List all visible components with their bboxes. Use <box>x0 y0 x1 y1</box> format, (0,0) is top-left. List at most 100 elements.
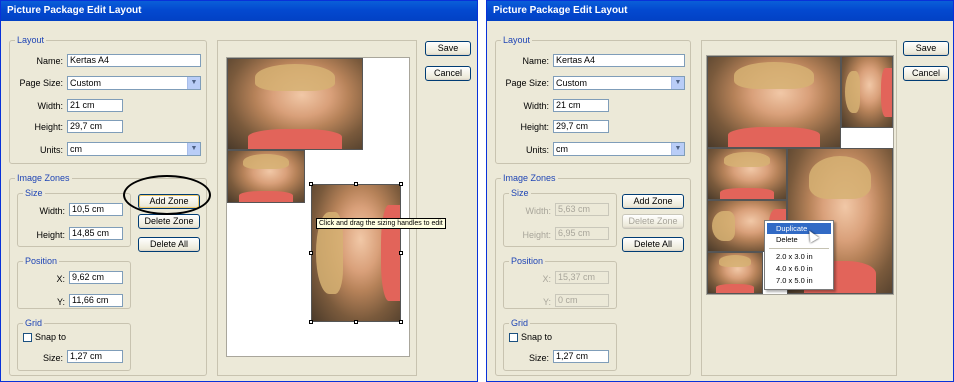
delete-zone-button[interactable]: Delete Zone <box>138 214 200 229</box>
snap-label: Snap to <box>35 332 67 342</box>
image-zone-selected[interactable] <box>311 184 401 322</box>
width-label: Width: <box>37 101 63 111</box>
units-select[interactable]: cm ▼ <box>67 142 201 156</box>
name-label: Name: <box>522 56 549 66</box>
context-menu: Duplicate Delete 2.0 x 3.0 in 4.0 x 6.0 … <box>764 220 834 290</box>
zone-width-input[interactable]: 10,5 cm <box>69 203 123 216</box>
page-size-label: Page Size: <box>19 78 63 88</box>
zone-width-label: Width: <box>525 206 551 216</box>
zone-width-input[interactable]: 5,63 cm <box>555 203 609 216</box>
page-canvas[interactable] <box>226 57 410 357</box>
page-size-value: Custom <box>556 78 588 88</box>
image-zone[interactable] <box>707 148 787 200</box>
snap-checkbox[interactable] <box>23 333 32 342</box>
grid-group-label: Grid <box>509 318 531 328</box>
delete-all-button[interactable]: Delete All <box>138 237 200 252</box>
snap-checkbox[interactable] <box>509 333 518 342</box>
zone-height-input[interactable]: 14,85 cm <box>69 227 123 240</box>
add-zone-button[interactable]: Add Zone <box>622 194 684 209</box>
zone-width-label: Width: <box>39 206 65 216</box>
image-zone[interactable] <box>841 56 893 128</box>
page-size-select[interactable]: Custom ▼ <box>67 76 201 90</box>
units-select[interactable]: cm ▼ <box>553 142 685 156</box>
image-zone[interactable] <box>227 58 363 150</box>
chevron-down-icon[interactable]: ▼ <box>671 77 684 89</box>
dialog-title: Picture Package Edit Layout <box>1 1 477 21</box>
menu-item-size-4x6[interactable]: 4.0 x 6.0 in <box>767 263 831 274</box>
size-group-label: Size <box>23 188 45 198</box>
highlight-ellipse <box>123 175 211 215</box>
units-value: cm <box>556 144 568 154</box>
menu-separator <box>769 248 829 249</box>
units-label: Units: <box>39 145 63 155</box>
y-input[interactable]: 0 cm <box>555 294 609 307</box>
name-label: Name: <box>36 56 63 66</box>
layout-group-label: Layout <box>501 35 533 45</box>
position-group-label: Position <box>23 256 60 266</box>
name-input[interactable]: Kertas A4 <box>67 54 201 67</box>
grid-size-input[interactable]: 1,27 cm <box>67 350 123 363</box>
sizing-handle[interactable] <box>399 251 403 255</box>
chevron-down-icon[interactable]: ▼ <box>671 143 684 155</box>
grid-size-input[interactable]: 1,27 cm <box>553 350 609 363</box>
layout-preview <box>701 40 897 376</box>
image-zones-group-label: Image Zones <box>501 173 558 183</box>
zone-height-label: Height: <box>36 230 65 240</box>
x-label: X: <box>542 274 551 284</box>
sizing-handle[interactable] <box>354 182 358 186</box>
width-input[interactable]: 21 cm <box>553 99 609 112</box>
sizing-handle[interactable] <box>309 320 313 324</box>
delete-all-button[interactable]: Delete All <box>622 237 684 252</box>
zone-height-input[interactable]: 6,95 cm <box>555 227 609 240</box>
y-label: Y: <box>56 297 65 307</box>
tooltip: Click and drag the sizing handles to edi… <box>316 218 446 229</box>
size-group-label: Size <box>509 188 531 198</box>
layout-group-label: Layout <box>15 35 47 45</box>
menu-item-size-2x3[interactable]: 2.0 x 3.0 in <box>767 251 831 262</box>
height-input[interactable]: 29,7 cm <box>67 120 123 133</box>
chevron-down-icon[interactable]: ▼ <box>187 77 200 89</box>
page-size-label: Page Size: <box>505 78 549 88</box>
x-input[interactable]: 15,37 cm <box>555 271 609 284</box>
sizing-handle[interactable] <box>399 182 403 186</box>
y-label: Y: <box>542 297 551 307</box>
position-group-label: Position <box>509 256 546 266</box>
width-label: Width: <box>523 101 549 111</box>
cancel-button[interactable]: Cancel <box>903 66 949 81</box>
delete-zone-button[interactable]: Delete Zone <box>622 214 684 229</box>
width-input[interactable]: 21 cm <box>67 99 123 112</box>
grid-size-label: Size: <box>42 353 63 363</box>
menu-item-size-7x5[interactable]: 7.0 x 5.0 in <box>767 275 831 286</box>
grid-group-label: Grid <box>23 318 45 328</box>
height-label: Height: <box>520 122 549 132</box>
chevron-down-icon[interactable]: ▼ <box>187 143 200 155</box>
image-zones-group-label: Image Zones <box>15 173 72 183</box>
cancel-button[interactable]: Cancel <box>425 66 471 81</box>
sizing-handle[interactable] <box>309 182 313 186</box>
right-dialog: Picture Package Edit Layout Layout Name:… <box>486 0 954 382</box>
units-value: cm <box>70 144 82 154</box>
menu-item-duplicate[interactable]: Duplicate <box>767 223 831 234</box>
name-input[interactable]: Kertas A4 <box>553 54 685 67</box>
zone-height-label: Height: <box>522 230 551 240</box>
page-size-select[interactable]: Custom ▼ <box>553 76 685 90</box>
height-input[interactable]: 29,7 cm <box>553 120 609 133</box>
snap-label: Snap to <box>521 332 553 342</box>
x-input[interactable]: 9,62 cm <box>69 271 123 284</box>
grid-size-label: Size: <box>528 353 549 363</box>
sizing-handle[interactable] <box>354 320 358 324</box>
menu-item-delete[interactable]: Delete <box>767 234 831 245</box>
page-size-value: Custom <box>70 78 102 88</box>
dialog-title: Picture Package Edit Layout <box>487 1 953 21</box>
sizing-handle[interactable] <box>309 251 313 255</box>
y-input[interactable]: 11,66 cm <box>69 294 123 307</box>
save-button[interactable]: Save <box>425 41 471 56</box>
image-zone[interactable] <box>227 150 305 203</box>
image-zone[interactable] <box>707 56 841 148</box>
height-label: Height: <box>34 122 63 132</box>
save-button[interactable]: Save <box>903 41 949 56</box>
image-zone[interactable] <box>707 252 763 294</box>
x-label: X: <box>56 274 65 284</box>
sizing-handle[interactable] <box>399 320 403 324</box>
layout-preview <box>217 40 417 376</box>
